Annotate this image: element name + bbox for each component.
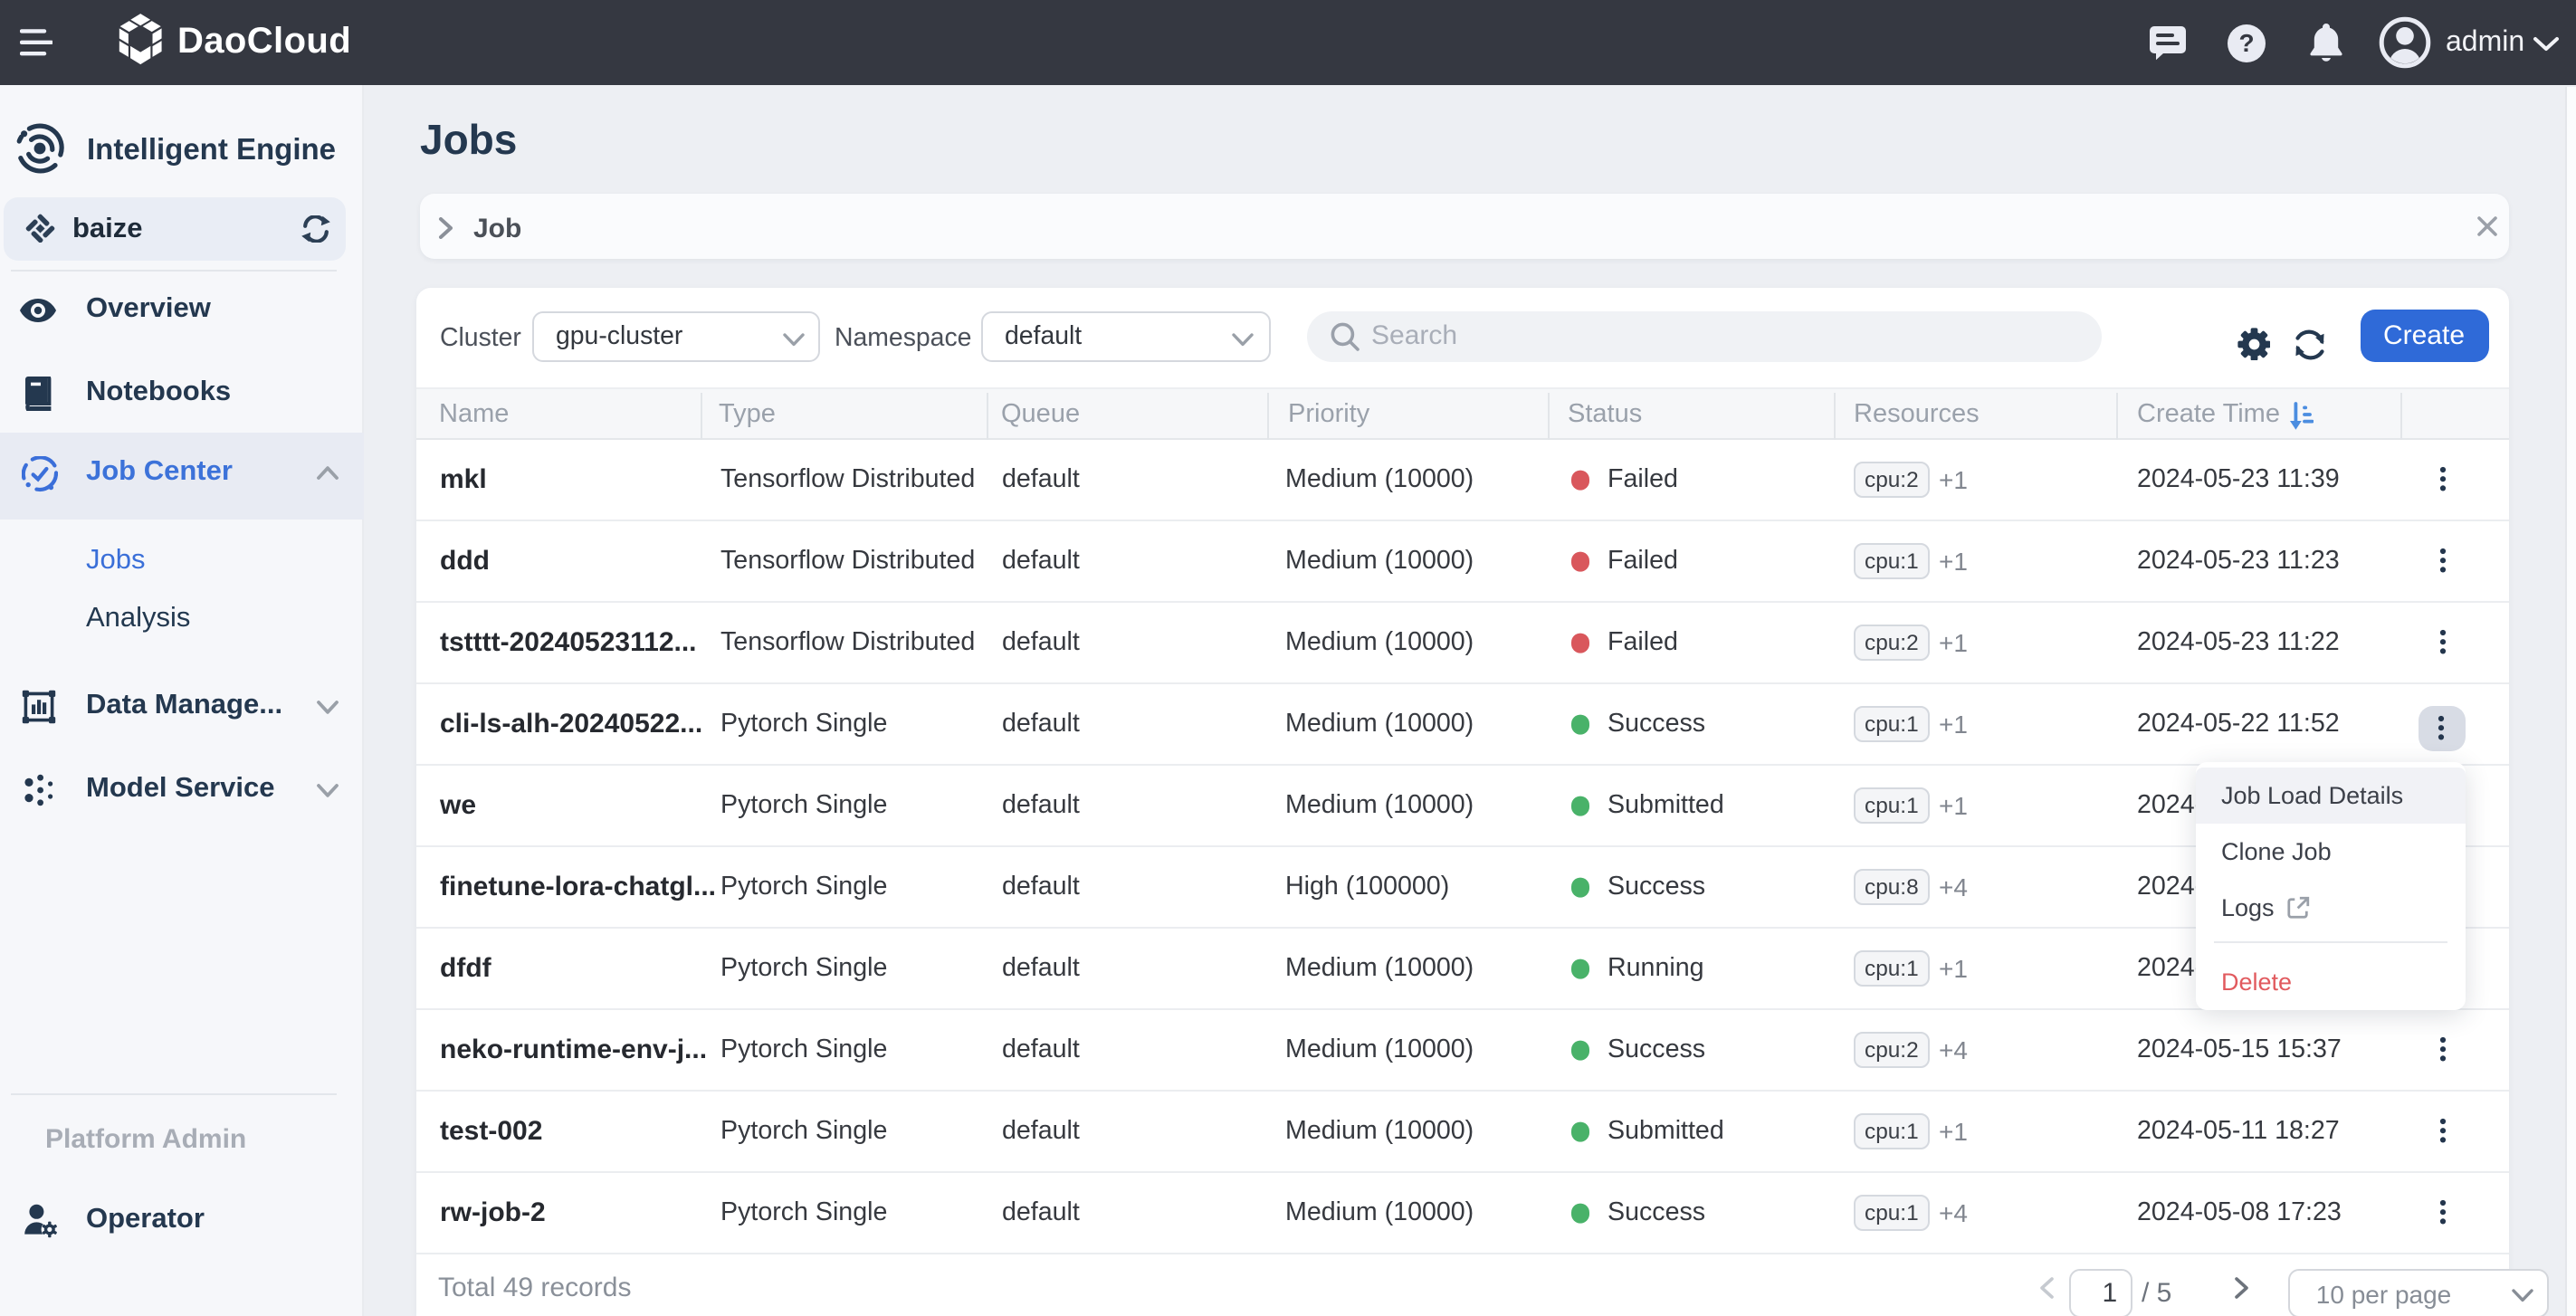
svg-text:?: ? (2238, 28, 2254, 56)
